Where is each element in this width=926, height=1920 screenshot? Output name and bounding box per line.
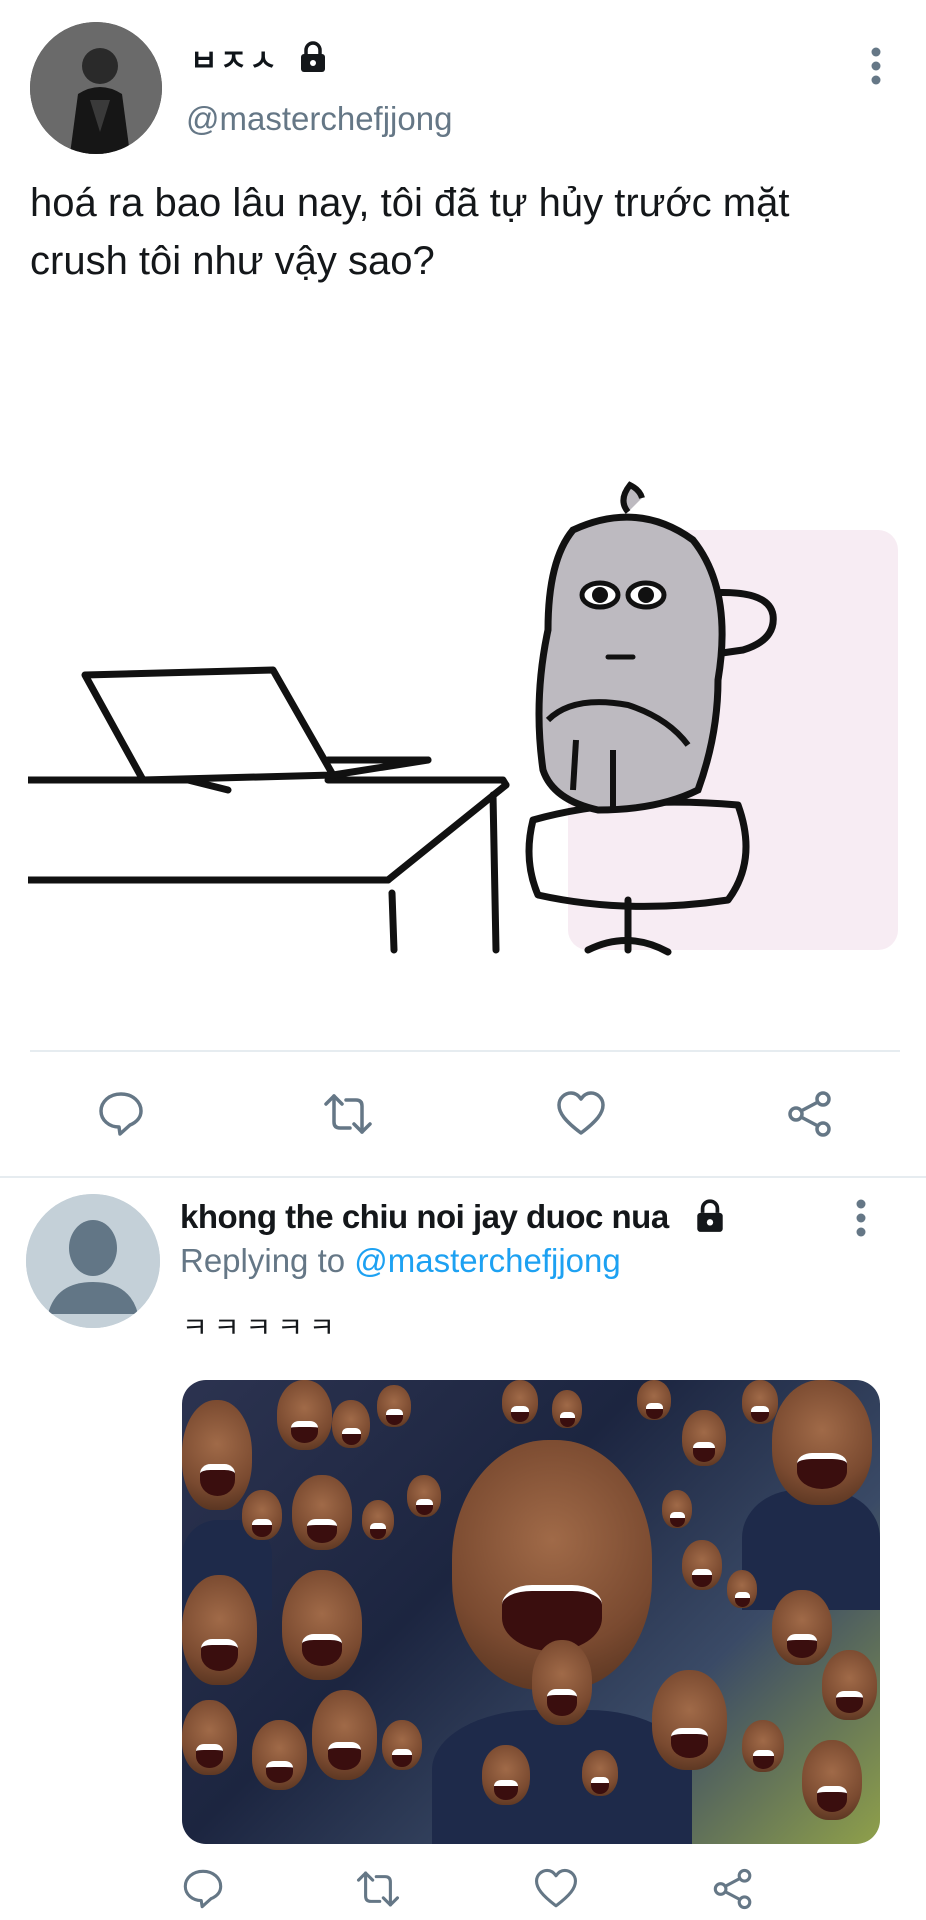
face-shape <box>282 1570 362 1680</box>
face-shape <box>502 1380 538 1424</box>
face-shape <box>532 1640 592 1725</box>
face-shape <box>182 1400 252 1510</box>
face-shape <box>802 1740 862 1820</box>
tweet-text: ㅋㅋㅋㅋㅋ <box>182 1311 341 1344</box>
face-shape <box>332 1400 370 1448</box>
face-shape <box>382 1720 422 1770</box>
face-shape <box>742 1720 784 1772</box>
face-shape <box>292 1475 352 1550</box>
avatar[interactable] <box>30 22 162 154</box>
face-shape <box>362 1500 394 1540</box>
face-shape <box>772 1590 832 1665</box>
face-shape <box>637 1380 671 1420</box>
reply-icon[interactable] <box>180 1866 226 1912</box>
face-shape <box>182 1700 237 1775</box>
face-shape <box>277 1380 332 1450</box>
face-shape <box>182 1575 257 1685</box>
face-shape <box>822 1650 877 1720</box>
face-shape <box>552 1390 582 1428</box>
handle[interactable]: @masterchefjjong <box>186 100 452 138</box>
avatar[interactable] <box>26 1194 160 1328</box>
heart-icon[interactable] <box>533 1866 579 1912</box>
lock-icon <box>301 41 325 72</box>
face-shape <box>482 1745 530 1805</box>
face-shape <box>742 1380 778 1424</box>
tweet-separator <box>0 1176 926 1178</box>
face-shape <box>407 1475 441 1517</box>
face-shape <box>252 1720 307 1790</box>
face-shape <box>682 1540 722 1590</box>
more-vertical-icon[interactable] <box>870 46 882 86</box>
replying-to-mention[interactable]: @masterchefjjong <box>354 1242 620 1279</box>
default-avatar-icon <box>26 1194 160 1328</box>
lock-icon <box>697 1199 723 1232</box>
replying-to: Replying to @masterchefjjong <box>180 1242 621 1280</box>
more-vertical-icon[interactable] <box>855 1198 867 1238</box>
tweet-text: hoá ra bao lâu nay, tôi đã tự hủy trước … <box>30 181 790 283</box>
face-shape <box>662 1490 692 1528</box>
profile-photo <box>30 22 162 154</box>
reply-icon[interactable] <box>95 1088 147 1140</box>
replying-to-label: Replying to <box>180 1242 346 1279</box>
face-shape <box>727 1570 757 1608</box>
face-shape <box>652 1670 727 1770</box>
tweet-image[interactable] <box>182 1380 880 1844</box>
face-shape <box>682 1410 726 1466</box>
share-icon[interactable] <box>710 1866 756 1912</box>
face-shape <box>377 1385 411 1427</box>
face-shape <box>582 1750 618 1796</box>
face-shape <box>242 1490 282 1540</box>
face-shape <box>772 1380 872 1505</box>
face-shape <box>312 1690 377 1780</box>
display-name[interactable]: ㅂㅈㅅ <box>190 36 279 80</box>
heart-icon[interactable] <box>555 1088 607 1140</box>
divider <box>30 1050 900 1052</box>
retweet-icon[interactable] <box>355 1866 401 1912</box>
retweet-icon[interactable] <box>322 1088 374 1140</box>
share-icon[interactable] <box>784 1088 836 1140</box>
tweet-image[interactable] <box>28 340 898 970</box>
display-name[interactable]: khong the chiu noi jay duoc nua <box>180 1198 669 1236</box>
